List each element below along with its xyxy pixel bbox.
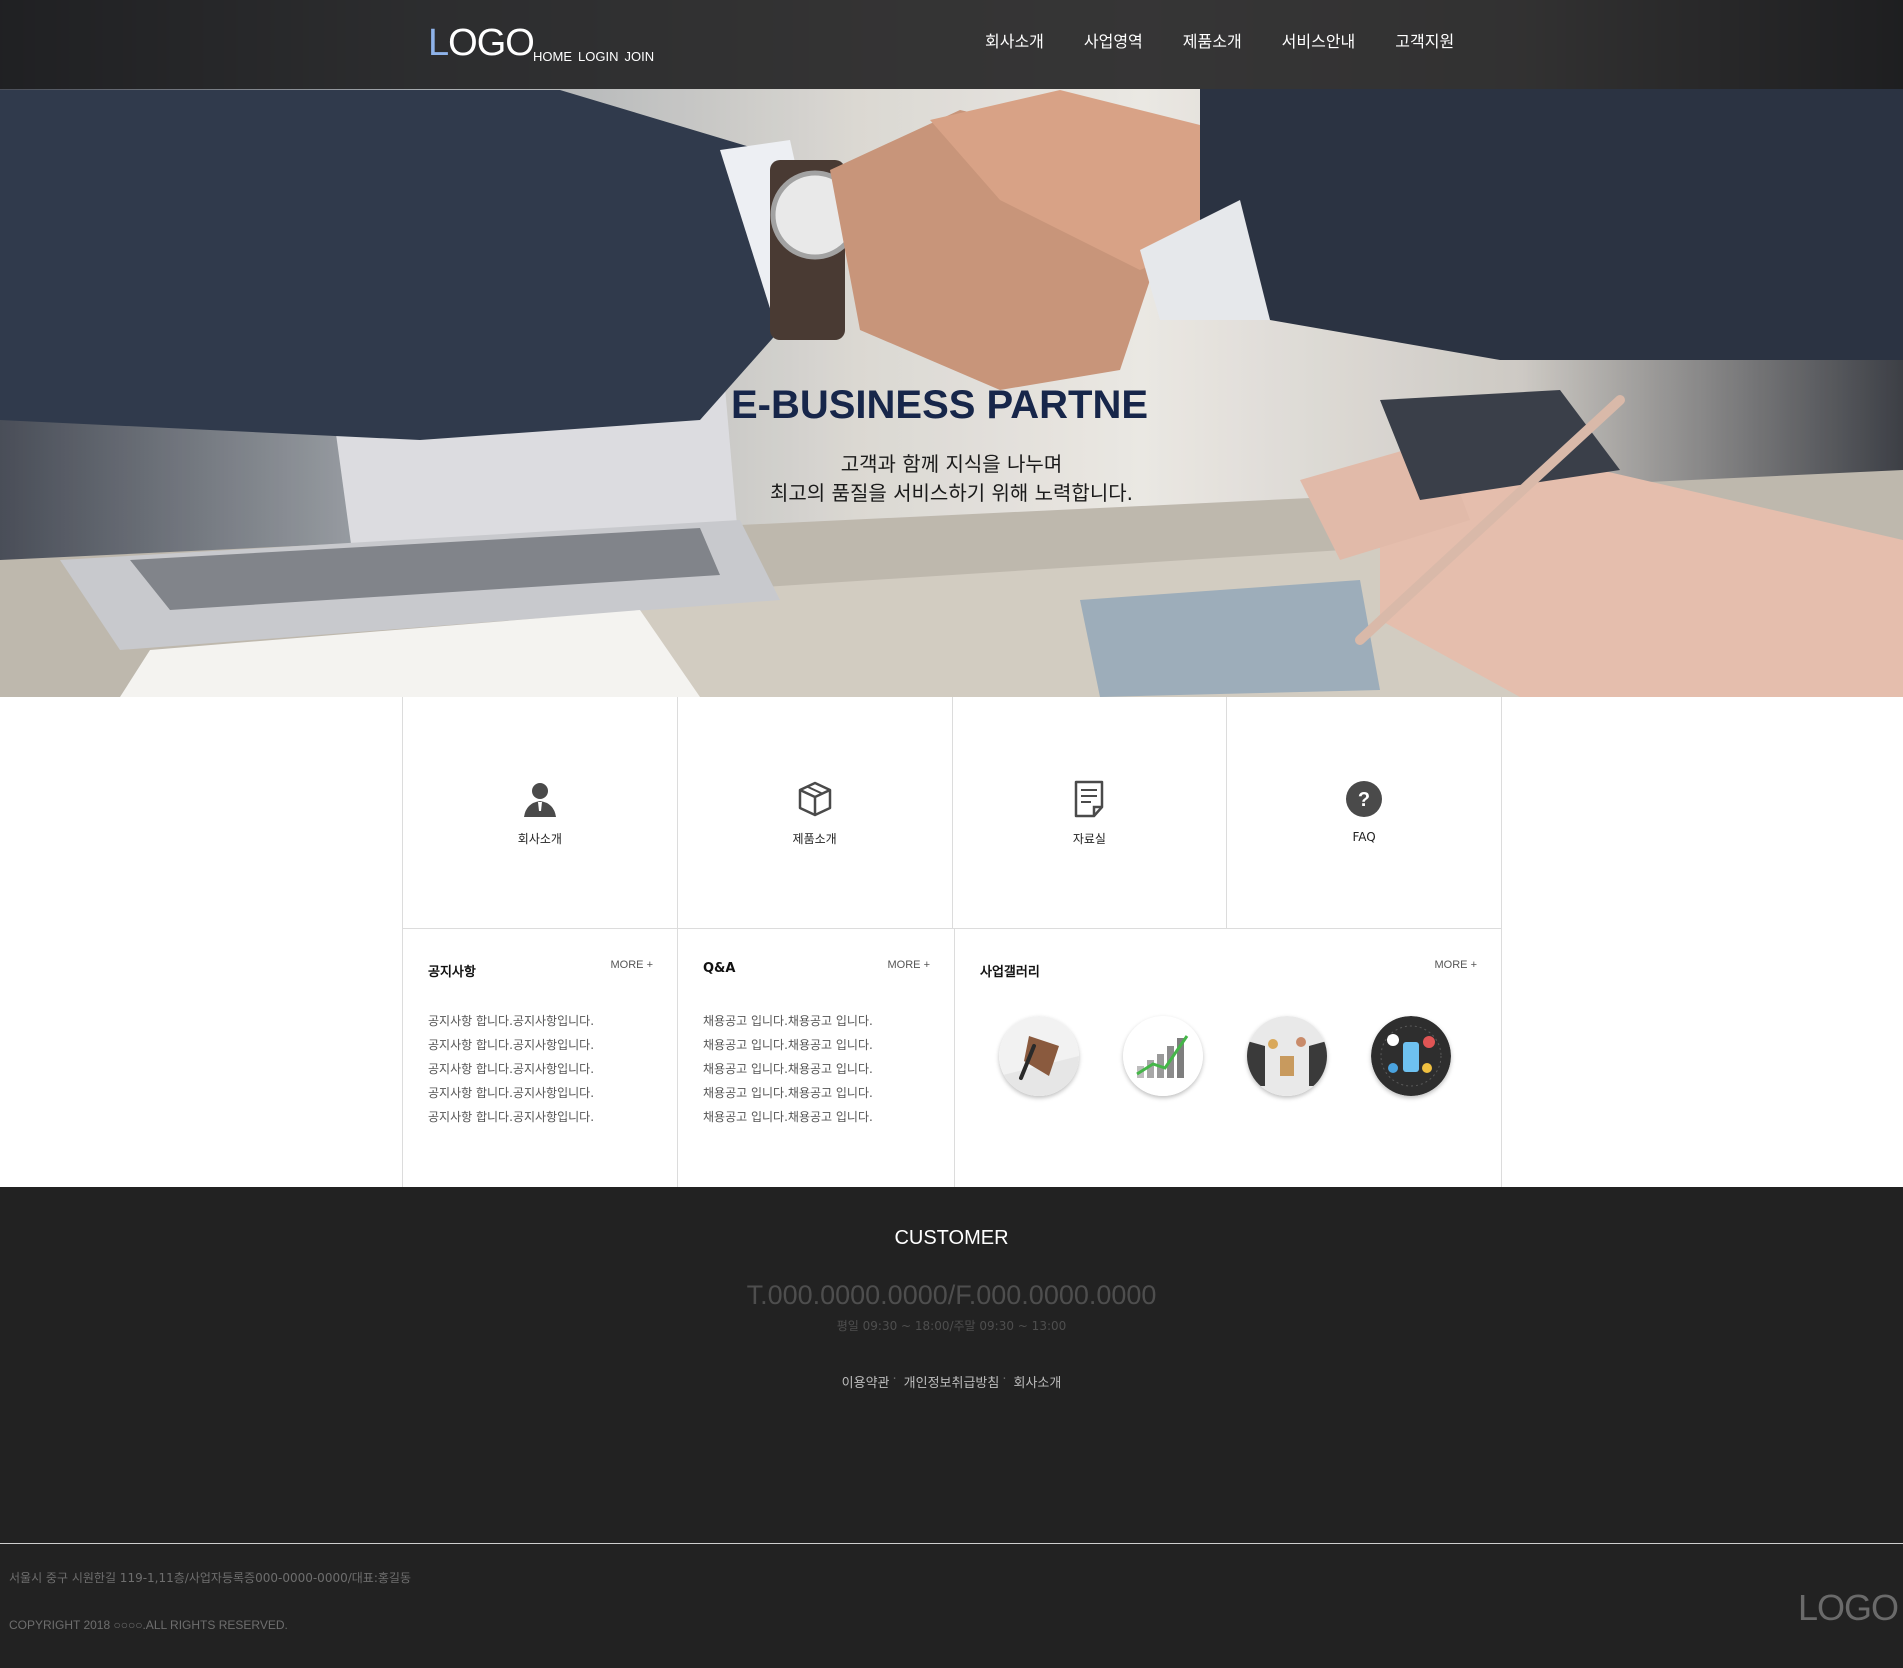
login-link[interactable]: LOGIN	[578, 49, 618, 64]
handshake-photo	[0, 89, 1903, 697]
quick-menu-products[interactable]: 제품소개	[678, 697, 953, 928]
hero-subtitle: 고객과 함께 지식을 나누며 최고의 품질을 서비스하기 위해 노력합니다.	[0, 450, 1903, 508]
customer-title: CUSTOMER	[894, 1227, 1009, 1249]
list-item[interactable]: 채용공고 입니다.채용공고 입니다.	[703, 1057, 873, 1081]
list-item[interactable]: 공지사항 합니다.공지사항입니다.	[428, 1009, 594, 1033]
pen-writing-thumb[interactable]	[999, 1016, 1079, 1096]
mobile-devices-thumb[interactable]	[1371, 1016, 1451, 1096]
person-icon	[520, 779, 560, 819]
document-icon	[1069, 779, 1109, 819]
shopping-hands-thumb[interactable]	[1247, 1016, 1327, 1096]
customer-phone: T.000.0000.0000/F.000.0000.0000	[746, 1280, 1157, 1310]
hero-title: E-BUSINESS PARTNE	[730, 383, 1149, 427]
gallery-thumbnails	[999, 1016, 1451, 1096]
list-item[interactable]: 채용공고 입니다.채용공고 입니다.	[703, 1033, 873, 1057]
notice-title: 공지사항	[428, 965, 476, 980]
terms-link[interactable]: 이용약관	[842, 1372, 890, 1391]
join-link[interactable]: JOIN	[624, 49, 654, 64]
growth-chart-thumb[interactable]	[1123, 1016, 1203, 1096]
box-icon	[795, 779, 835, 819]
quick-menu-company[interactable]: 회사소개	[403, 697, 678, 928]
hero-banner: LOGO HOME LOGIN JOIN 회사소개 사업영역 제품소개 서비스안…	[0, 0, 1903, 697]
quick-menu-label: 회사소개	[517, 832, 562, 846]
quick-menu: 회사소개 제품소개 자료실 ? FAQ	[402, 697, 1502, 929]
hero-subtitle-line-1: 고객과 함께 지식을 나누며	[840, 452, 1063, 476]
link-separator: ·	[892, 1372, 897, 1387]
footer-bottom: 서울시 중구 시원한길 119-1,11층/사업자등록증000-0000-000…	[0, 1543, 1903, 1668]
company-address: 서울시 중구 시원한길 119-1,11층/사업자등록증000-0000-000…	[9, 1571, 412, 1585]
nav-item-business[interactable]: 사업영역	[1084, 28, 1143, 52]
footer-links: 이용약관 · 개인정보취급방침 · 회사소개	[0, 1372, 1903, 1391]
list-item[interactable]: 공지사항 합니다.공지사항입니다.	[428, 1057, 594, 1081]
nav-item-support[interactable]: 고객지원	[1395, 28, 1454, 52]
quick-menu-label: 제품소개	[792, 832, 837, 846]
qna-title: Q&A	[703, 961, 736, 976]
gallery-board: 사업갤러리 MORE +	[955, 929, 1501, 1187]
qna-list: 채용공고 입니다.채용공고 입니다. 채용공고 입니다.채용공고 입니다. 채용…	[703, 1009, 873, 1129]
list-item[interactable]: 채용공고 입니다.채용공고 입니다.	[703, 1105, 873, 1129]
question-icon: ?	[1344, 779, 1384, 819]
footer-customer: CUSTOMER T.000.0000.0000/F.000.0000.0000…	[0, 1187, 1903, 1544]
company-link[interactable]: 회사소개	[1013, 1372, 1061, 1391]
gallery-title: 사업갤러리	[980, 965, 1040, 980]
list-item[interactable]: 채용공고 입니다.채용공고 입니다.	[703, 1081, 873, 1105]
link-separator: ·	[1002, 1372, 1007, 1387]
notice-board: 공지사항 MORE + 공지사항 합니다.공지사항입니다. 공지사항 합니다.공…	[403, 929, 678, 1187]
notice-more-link[interactable]: MORE +	[611, 959, 653, 971]
boards-section: 공지사항 MORE + 공지사항 합니다.공지사항입니다. 공지사항 합니다.공…	[402, 929, 1502, 1187]
nav-item-company[interactable]: 회사소개	[985, 28, 1044, 52]
nav-item-services[interactable]: 서비스안내	[1282, 28, 1356, 52]
qna-board: Q&A MORE + 채용공고 입니다.채용공고 입니다. 채용공고 입니다.채…	[678, 929, 955, 1187]
quick-menu-label: FAQ	[1352, 830, 1376, 844]
list-item[interactable]: 공지사항 합니다.공지사항입니다.	[428, 1033, 594, 1057]
copyright: COPYRIGHT 2018 ○○○○.ALL RIGHTS RESERVED.	[9, 1618, 288, 1632]
quick-menu-label: 자료실	[1072, 832, 1106, 846]
footer-logo[interactable]: LOGO	[1798, 1587, 1899, 1629]
notice-list: 공지사항 합니다.공지사항입니다. 공지사항 합니다.공지사항입니다. 공지사항…	[428, 1009, 594, 1129]
hero-subtitle-line-2: 최고의 품질을 서비스하기 위해 노력합니다.	[770, 481, 1133, 505]
gallery-more-link[interactable]: MORE +	[1435, 959, 1477, 971]
list-item[interactable]: 채용공고 입니다.채용공고 입니다.	[703, 1009, 873, 1033]
quick-menu-faq[interactable]: ? FAQ	[1227, 697, 1501, 928]
customer-hours: 평일 09:30 ~ 18:00/주말 09:30 ~ 13:00	[836, 1319, 1067, 1333]
list-item[interactable]: 공지사항 합니다.공지사항입니다.	[428, 1081, 594, 1105]
site-logo[interactable]: LOGO	[428, 22, 535, 65]
list-item[interactable]: 공지사항 합니다.공지사항입니다.	[428, 1105, 594, 1129]
utility-links: HOME LOGIN JOIN	[533, 49, 654, 64]
nav-item-products[interactable]: 제품소개	[1183, 28, 1242, 52]
qna-more-link[interactable]: MORE +	[888, 959, 930, 971]
main-nav: 회사소개 사업영역 제품소개 서비스안내 고객지원	[985, 28, 1494, 52]
svg-text:?: ?	[1358, 789, 1370, 811]
privacy-link[interactable]: 개인정보취급방침	[904, 1372, 1000, 1391]
top-navigation-bar: LOGO HOME LOGIN JOIN 회사소개 사업영역 제품소개 서비스안…	[0, 0, 1903, 89]
home-link[interactable]: HOME	[533, 49, 572, 64]
quick-menu-archive[interactable]: 자료실	[953, 697, 1228, 928]
